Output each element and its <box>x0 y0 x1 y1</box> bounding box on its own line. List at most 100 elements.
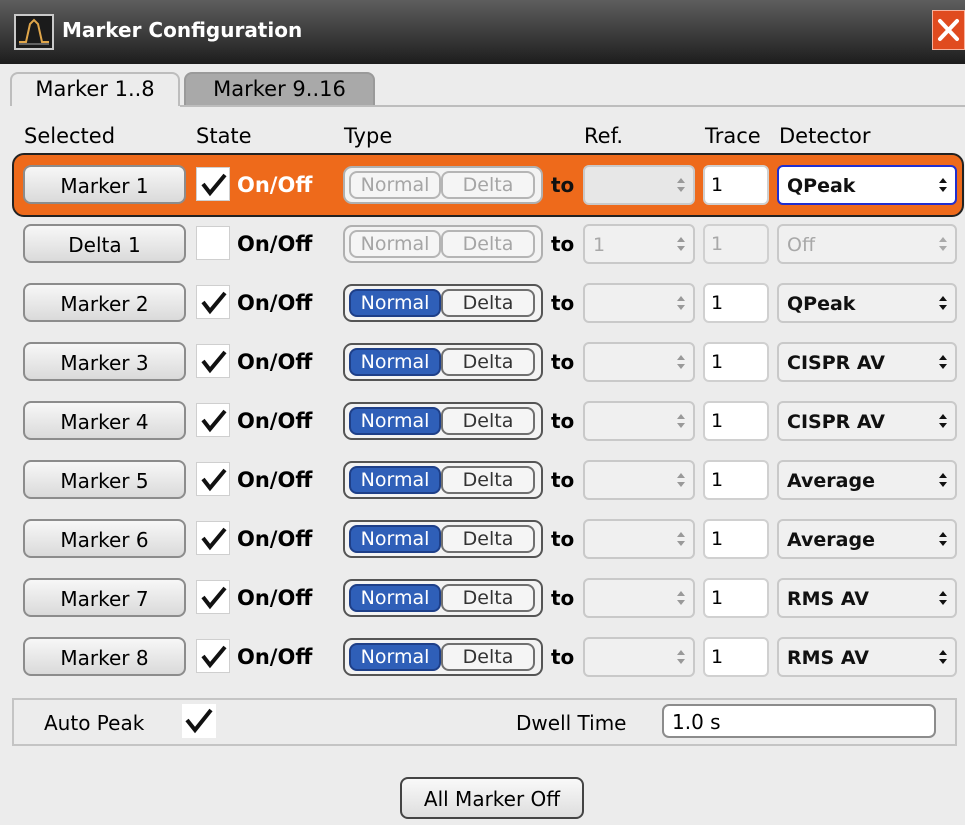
detector-select[interactable]: QPeak <box>777 283 957 323</box>
ref-select[interactable]: 1 <box>583 224 695 264</box>
type-normal-option[interactable]: Normal <box>349 584 441 612</box>
detector-select[interactable]: Average <box>777 460 957 500</box>
state-checkbox[interactable] <box>196 462 230 496</box>
marker-select-button[interactable]: Marker 1 <box>23 165 186 204</box>
type-toggle[interactable]: Normal Delta <box>343 402 543 440</box>
all-marker-off-button[interactable]: All Marker Off <box>400 777 584 819</box>
type-delta-option[interactable]: Delta <box>441 407 535 435</box>
header-ref: Ref. <box>584 124 624 148</box>
state-checkbox[interactable] <box>196 403 230 437</box>
state-checkbox[interactable] <box>196 521 230 555</box>
type-delta-option[interactable]: Delta <box>441 230 535 258</box>
check-icon <box>201 586 227 610</box>
ref-select[interactable] <box>583 460 695 500</box>
dwell-time-input[interactable]: 1.0 s <box>662 704 936 738</box>
trace-input[interactable]: 1 <box>703 342 769 382</box>
type-toggle[interactable]: Normal Delta <box>343 579 543 617</box>
state-checkbox[interactable] <box>196 639 230 673</box>
chevron-updown-icon <box>939 473 947 487</box>
state-checkbox[interactable] <box>196 344 230 378</box>
ref-select[interactable] <box>583 401 695 441</box>
detector-value: Average <box>787 470 875 492</box>
marker-select-button[interactable]: Marker 7 <box>23 578 186 617</box>
type-toggle[interactable]: Normal Delta <box>343 343 543 381</box>
marker-row: Marker 1 On/Off Normal Delta to 1 QPeak <box>0 153 965 217</box>
type-toggle[interactable]: Normal Delta <box>343 284 543 322</box>
state-checkbox[interactable] <box>196 285 230 319</box>
type-toggle[interactable]: Normal Delta <box>343 520 543 558</box>
trace-input[interactable]: 1 <box>703 224 769 264</box>
trace-input[interactable]: 1 <box>703 165 769 205</box>
type-normal-option[interactable]: Normal <box>349 230 441 258</box>
trace-input[interactable]: 1 <box>703 578 769 618</box>
state-label: On/Off <box>237 586 313 610</box>
type-normal-option[interactable]: Normal <box>349 466 441 494</box>
state-label: On/Off <box>237 350 313 374</box>
trace-value: 1 <box>711 292 724 314</box>
state-checkbox[interactable] <box>196 226 230 260</box>
type-delta-option[interactable]: Delta <box>441 466 535 494</box>
state-checkbox[interactable] <box>196 167 230 201</box>
type-normal-option[interactable]: Normal <box>349 407 441 435</box>
marker-select-button[interactable]: Marker 5 <box>23 460 186 499</box>
type-delta-option[interactable]: Delta <box>441 348 535 376</box>
marker-select-button[interactable]: Marker 6 <box>23 519 186 558</box>
type-delta-option[interactable]: Delta <box>441 643 535 671</box>
chevron-updown-icon <box>677 473 685 487</box>
close-button[interactable] <box>932 10 965 50</box>
type-normal-option[interactable]: Normal <box>349 525 441 553</box>
ref-select[interactable] <box>583 283 695 323</box>
to-label: to <box>551 232 575 256</box>
type-toggle[interactable]: Normal Delta <box>343 461 543 499</box>
type-toggle[interactable]: Normal Delta <box>343 638 543 676</box>
detector-select[interactable]: CISPR AV <box>777 401 957 441</box>
trace-input[interactable]: 1 <box>703 401 769 441</box>
type-delta-option[interactable]: Delta <box>441 525 535 553</box>
type-normal-option[interactable]: Normal <box>349 643 441 671</box>
detector-select[interactable]: QPeak <box>777 165 957 205</box>
type-toggle[interactable]: Normal Delta <box>343 225 543 263</box>
marker-select-button[interactable]: Marker 8 <box>23 637 186 676</box>
chevron-updown-icon <box>677 591 685 605</box>
tab-divider <box>180 105 965 107</box>
type-toggle[interactable]: Normal Delta <box>343 166 543 204</box>
check-icon <box>201 291 227 315</box>
trace-input[interactable]: 1 <box>703 283 769 323</box>
ref-select[interactable] <box>583 519 695 559</box>
type-delta-option[interactable]: Delta <box>441 171 535 199</box>
detector-select[interactable]: Average <box>777 519 957 559</box>
detector-select[interactable]: RMS AV <box>777 637 957 677</box>
state-checkbox[interactable] <box>196 580 230 614</box>
marker-select-button[interactable]: Marker 3 <box>23 342 186 381</box>
state-label: On/Off <box>237 468 313 492</box>
detector-select[interactable]: RMS AV <box>777 578 957 618</box>
marker-select-button[interactable]: Marker 4 <box>23 401 186 440</box>
ref-select[interactable] <box>583 578 695 618</box>
title-bar[interactable]: Marker Configuration <box>0 0 965 64</box>
marker-select-button[interactable]: Delta 1 <box>23 224 186 263</box>
check-icon <box>201 173 227 197</box>
detector-select[interactable]: Off <box>777 224 957 264</box>
state-label: On/Off <box>237 409 313 433</box>
tab-marker-9-16[interactable]: Marker 9..16 <box>184 72 375 106</box>
detector-value: CISPR AV <box>787 352 885 374</box>
type-delta-option[interactable]: Delta <box>441 289 535 317</box>
marker-select-button[interactable]: Marker 2 <box>23 283 186 322</box>
detector-value: CISPR AV <box>787 411 885 433</box>
trace-value: 1 <box>711 646 724 668</box>
ref-select[interactable] <box>583 637 695 677</box>
type-normal-option[interactable]: Normal <box>349 348 441 376</box>
trace-input[interactable]: 1 <box>703 637 769 677</box>
type-normal-option[interactable]: Normal <box>349 171 441 199</box>
tab-marker-1-8[interactable]: Marker 1..8 <box>10 72 180 106</box>
marker-row: Marker 4 On/Off Normal Delta to 1 CISPR AV <box>0 395 965 451</box>
type-delta-option[interactable]: Delta <box>441 584 535 612</box>
ref-select[interactable] <box>583 165 695 205</box>
detector-select[interactable]: CISPR AV <box>777 342 957 382</box>
type-normal-option[interactable]: Normal <box>349 289 441 317</box>
detector-value: Off <box>787 234 816 256</box>
auto-peak-checkbox[interactable] <box>182 704 216 738</box>
trace-input[interactable]: 1 <box>703 460 769 500</box>
ref-select[interactable] <box>583 342 695 382</box>
trace-input[interactable]: 1 <box>703 519 769 559</box>
